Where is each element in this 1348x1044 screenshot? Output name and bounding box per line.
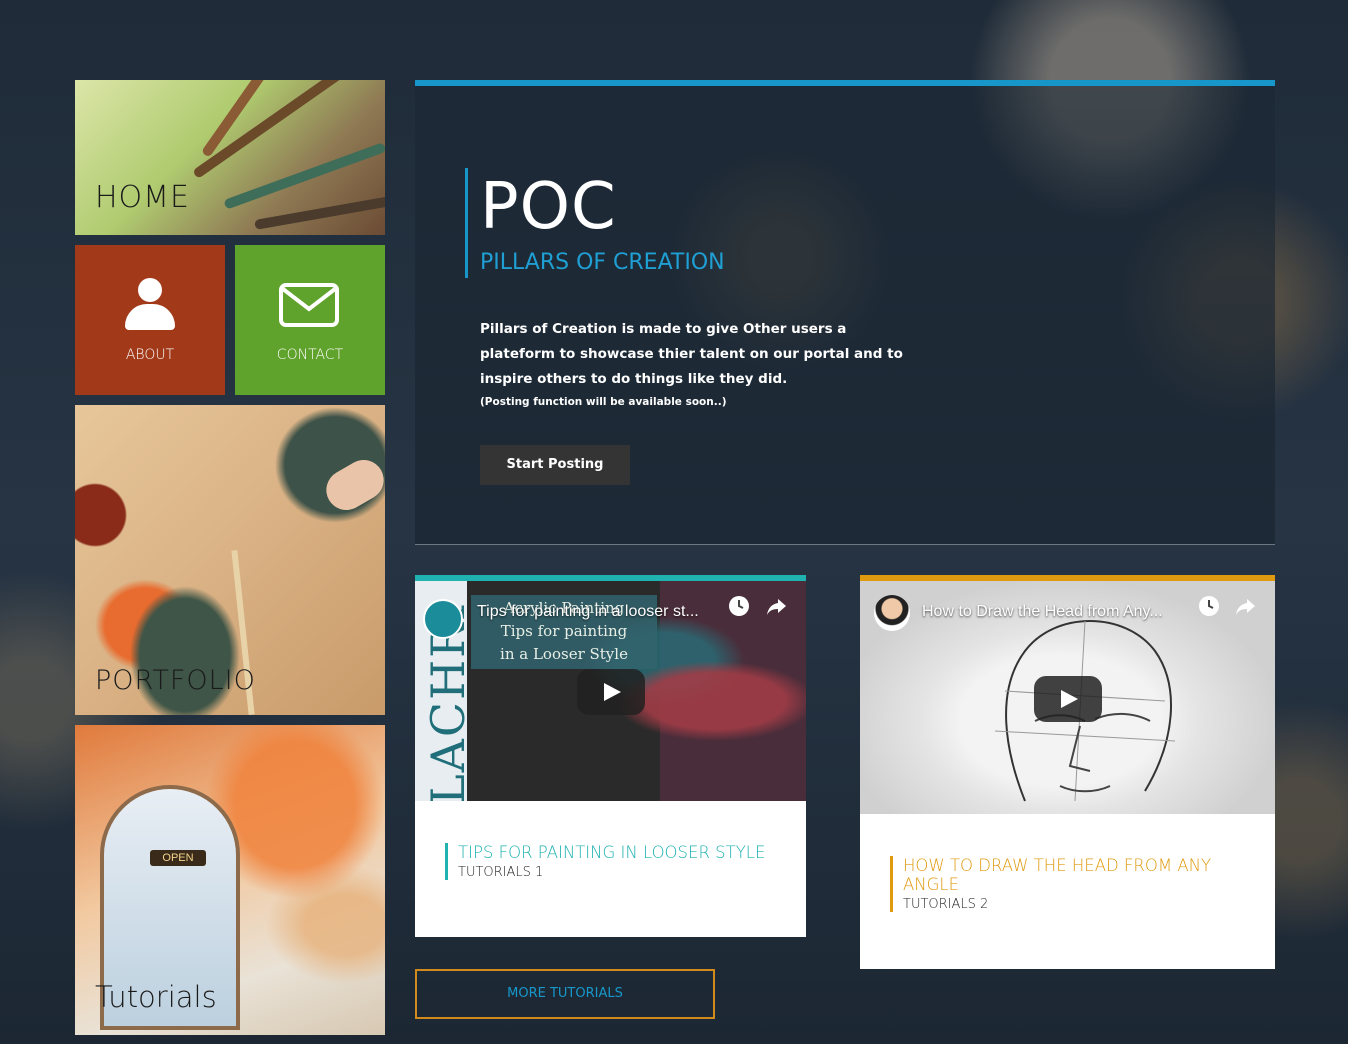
- nav-tile-tutorials[interactable]: OPEN Tutorials: [75, 725, 385, 1035]
- hero-title: POC: [480, 170, 617, 244]
- tutorial-card-1: LACHRI Acrylic Painting Tips for paintin…: [415, 575, 806, 937]
- channel-avatar[interactable]: [874, 595, 910, 631]
- nav-tile-contact[interactable]: CONTACT: [235, 245, 385, 395]
- play-button[interactable]: [577, 669, 645, 715]
- hero-top-bar: [415, 80, 1275, 86]
- video-embed-1[interactable]: LACHRI Acrylic Painting Tips for paintin…: [415, 581, 806, 801]
- start-posting-button[interactable]: Start Posting: [480, 445, 630, 485]
- nav-tile-home[interactable]: HOME: [75, 80, 385, 235]
- hero-note: (Posting function will be available soon…: [480, 396, 727, 408]
- share-icon[interactable]: [1234, 595, 1256, 617]
- nav-contact-label: CONTACT: [276, 347, 344, 363]
- clock-icon[interactable]: [1198, 595, 1220, 617]
- share-icon[interactable]: [765, 595, 787, 617]
- hero-description: Pillars of Creation is made to give Othe…: [480, 321, 903, 387]
- card-title[interactable]: HOW TO DRAW THE HEAD FROM ANY ANGLE: [903, 856, 1233, 894]
- overlay-line-3: in a Looser Style: [500, 645, 628, 663]
- clock-icon[interactable]: [728, 595, 750, 617]
- play-button[interactable]: [1034, 676, 1102, 722]
- section-divider: [415, 544, 1275, 545]
- nav-tutorials-label: Tutorials: [95, 980, 217, 1014]
- door-sign: OPEN: [150, 850, 206, 866]
- channel-logo[interactable]: [423, 599, 463, 639]
- card-subtitle: TUTORIALS 2: [903, 897, 989, 912]
- video-title[interactable]: How to Draw the Head from Any...: [922, 603, 1163, 621]
- card-caption: TIPS FOR PAINTING IN LOOSER STYLE TUTORI…: [445, 843, 765, 880]
- more-tutorials-button[interactable]: MORE TUTORIALS: [415, 969, 715, 1019]
- nav-tile-about[interactable]: ABOUT: [75, 245, 225, 395]
- mail-icon: [279, 283, 339, 327]
- card-caption: HOW TO DRAW THE HEAD FROM ANY ANGLE TUTO…: [890, 856, 1233, 912]
- user-icon: [125, 278, 175, 330]
- card-title[interactable]: TIPS FOR PAINTING IN LOOSER STYLE: [458, 843, 765, 862]
- hero-section: POC PILLARS OF CREATION Pillars of Creat…: [415, 80, 1275, 545]
- nav-home-label: HOME: [95, 180, 191, 215]
- hero-accent-line: [465, 168, 468, 278]
- tutorial-card-2: How to Draw the Head from Any... HOW TO …: [860, 575, 1275, 969]
- overlay-line-2: Tips for painting: [500, 622, 628, 640]
- nav-tile-portfolio[interactable]: PORTFOLIO: [75, 405, 385, 715]
- hero-subtitle: PILLARS OF CREATION: [480, 250, 725, 275]
- video-embed-2[interactable]: How to Draw the Head from Any...: [860, 581, 1275, 814]
- card-subtitle: TUTORIALS 1: [458, 865, 544, 880]
- video-title[interactable]: Tips for painting in a looser st...: [477, 603, 699, 621]
- nav-portfolio-label: PORTFOLIO: [95, 665, 256, 696]
- nav-about-label: ABOUT: [125, 347, 175, 363]
